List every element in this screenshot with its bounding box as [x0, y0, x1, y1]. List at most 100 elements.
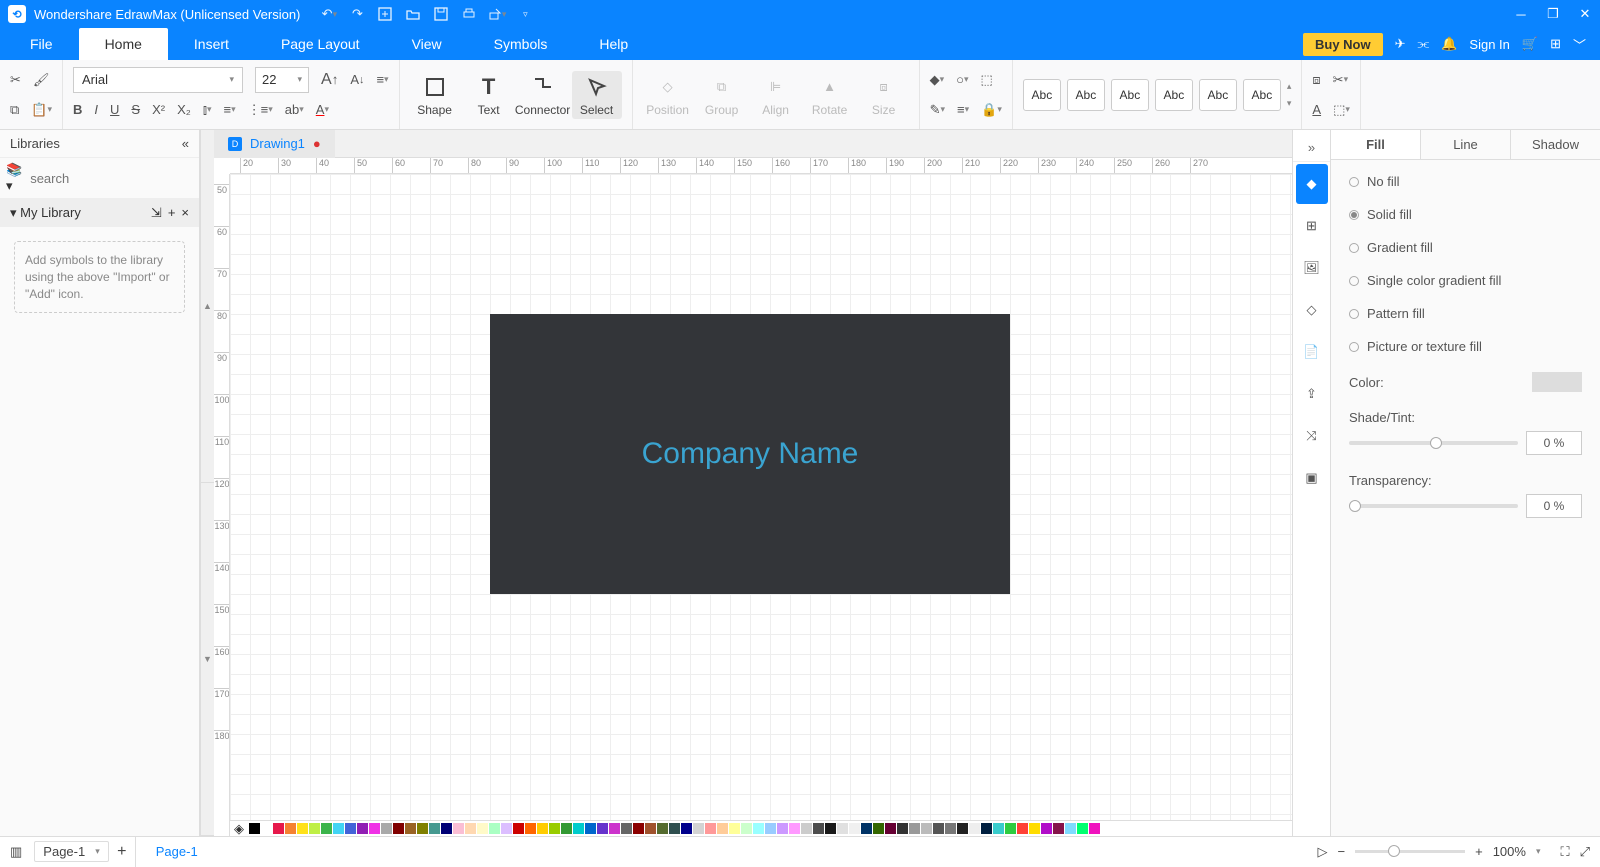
color-swatch-item[interactable]	[261, 823, 272, 834]
zoom-out-button[interactable]: −	[1338, 844, 1346, 859]
fill-option-single-gradient[interactable]: Single color gradient fill	[1349, 273, 1582, 288]
color-swatch-item[interactable]	[1053, 823, 1064, 834]
shadow-button[interactable]: ⬚	[981, 72, 993, 88]
share-icon[interactable]: ⫘	[1418, 36, 1430, 52]
style-scroll-down[interactable]: ▾	[1287, 98, 1292, 109]
color-swatch-item[interactable]	[597, 823, 608, 834]
shape-format-button[interactable]: ⬚▾	[1333, 102, 1350, 118]
color-swatch-item[interactable]	[321, 823, 332, 834]
color-swatch-item[interactable]	[285, 823, 296, 834]
color-swatch-item[interactable]	[753, 823, 764, 834]
lib-scroll-up[interactable]: ▲	[201, 130, 214, 483]
fill-color-button[interactable]: ◆▾	[930, 72, 945, 88]
apps-icon[interactable]: ⊞	[1550, 36, 1561, 52]
color-swatch-item[interactable]	[705, 823, 716, 834]
layers-panel-icon[interactable]: ◇	[1296, 290, 1328, 330]
fill-option-pattern[interactable]: Pattern fill	[1349, 306, 1582, 321]
zoom-in-button[interactable]: +	[1475, 844, 1483, 859]
color-swatch-item[interactable]	[369, 823, 380, 834]
color-swatch-item[interactable]	[429, 823, 440, 834]
color-swatch-item[interactable]	[573, 823, 584, 834]
color-swatch-item[interactable]	[633, 823, 644, 834]
line-weight-button[interactable]: ≡▾	[957, 102, 969, 117]
page-panel-icon[interactable]: 📄	[1296, 332, 1328, 372]
tab-home[interactable]: Home	[79, 28, 168, 60]
color-swatch-item[interactable]	[765, 823, 776, 834]
tab-page-layout[interactable]: Page Layout	[255, 28, 386, 60]
collapse-libraries-icon[interactable]: «	[182, 136, 189, 151]
text-case-button[interactable]: ab▾	[285, 102, 304, 117]
tab-help[interactable]: Help	[573, 28, 654, 60]
text-format-button[interactable]: A	[1312, 102, 1321, 117]
theme-panel-icon[interactable]: ⊞	[1296, 206, 1328, 246]
color-swatch-item[interactable]	[981, 823, 992, 834]
font-color-button[interactable]: A▾	[316, 102, 329, 117]
image-panel-icon[interactable]: 🖼	[1296, 248, 1328, 288]
pen-button[interactable]: ✎▾	[930, 102, 945, 118]
color-swatch-item[interactable]	[813, 823, 824, 834]
zoom-value[interactable]: 100%	[1493, 844, 1526, 859]
color-swatch-item[interactable]	[609, 823, 620, 834]
qat-more[interactable]: ▿	[516, 5, 534, 23]
strike-button[interactable]: S	[131, 102, 140, 117]
color-swatch-item[interactable]	[549, 823, 560, 834]
print-button[interactable]	[460, 5, 478, 23]
color-swatch-item[interactable]	[669, 823, 680, 834]
color-swatch-item[interactable]	[729, 823, 740, 834]
color-swatch-item[interactable]	[657, 823, 668, 834]
font-size-select[interactable]: 22▾	[255, 67, 309, 93]
tab-file[interactable]: File	[4, 28, 79, 60]
color-swatch-item[interactable]	[1089, 823, 1100, 834]
shade-value[interactable]: 0 %	[1526, 431, 1582, 455]
subscript-button[interactable]: X₂	[177, 102, 191, 117]
color-swatch-item[interactable]	[333, 823, 344, 834]
fullscreen-icon[interactable]: ⤢	[1580, 844, 1590, 860]
color-swatch-item[interactable]	[885, 823, 896, 834]
color-swatch-item[interactable]	[945, 823, 956, 834]
color-swatch-item[interactable]	[525, 823, 536, 834]
color-swatch-item[interactable]	[621, 823, 632, 834]
new-button[interactable]	[376, 5, 394, 23]
color-swatch-item[interactable]	[969, 823, 980, 834]
italic-button[interactable]: I	[94, 102, 98, 117]
color-swatch-item[interactable]	[1077, 823, 1088, 834]
color-swatch-item[interactable]	[909, 823, 920, 834]
shade-slider[interactable]	[1349, 441, 1518, 445]
open-button[interactable]	[404, 5, 422, 23]
color-swatch-item[interactable]	[513, 823, 524, 834]
bold-button[interactable]: B	[73, 102, 82, 117]
prop-tab-shadow[interactable]: Shadow	[1511, 130, 1600, 159]
collapse-ribbon-icon[interactable]: ﹀	[1573, 35, 1586, 54]
color-swatch-item[interactable]	[741, 823, 752, 834]
underline-button[interactable]: U	[110, 102, 119, 117]
palette-picker-icon[interactable]: ◈	[234, 821, 244, 837]
color-swatch-item[interactable]	[897, 823, 908, 834]
color-swatch-item[interactable]	[489, 823, 500, 834]
color-swatch-item[interactable]	[537, 823, 548, 834]
bullets-button[interactable]: ⋮≡▾	[248, 102, 273, 118]
transparency-value[interactable]: 0 %	[1526, 494, 1582, 518]
color-swatch-item[interactable]	[501, 823, 512, 834]
color-swatch-item[interactable]	[777, 823, 788, 834]
color-swatch-item[interactable]	[1005, 823, 1016, 834]
present-panel-icon[interactable]: ▣	[1296, 458, 1328, 498]
tab-symbols[interactable]: Symbols	[468, 28, 574, 60]
style-4[interactable]: Abc	[1155, 79, 1193, 111]
export-panel-icon[interactable]: ⇪	[1296, 374, 1328, 414]
sign-in-button[interactable]: Sign In	[1469, 37, 1509, 52]
color-swatch-item[interactable]	[273, 823, 284, 834]
my-library-toggle[interactable]: ▾ My Library	[10, 205, 81, 221]
fill-option-gradient[interactable]: Gradient fill	[1349, 240, 1582, 255]
color-swatch-item[interactable]	[465, 823, 476, 834]
tab-view[interactable]: View	[386, 28, 468, 60]
color-swatch-item[interactable]	[681, 823, 692, 834]
text-spacing-button[interactable]: ⫾▾	[203, 102, 212, 118]
connector-tool[interactable]: Connector	[518, 73, 568, 117]
color-swatch-item[interactable]	[585, 823, 596, 834]
style-scroll-up[interactable]: ▴	[1287, 81, 1292, 92]
add-icon[interactable]: +	[168, 205, 176, 221]
color-swatch-item[interactable]	[561, 823, 572, 834]
color-swatch-item[interactable]	[249, 823, 260, 834]
prop-tab-fill[interactable]: Fill	[1331, 130, 1421, 159]
canvas-shape-rectangle[interactable]: Company Name	[490, 314, 1010, 594]
